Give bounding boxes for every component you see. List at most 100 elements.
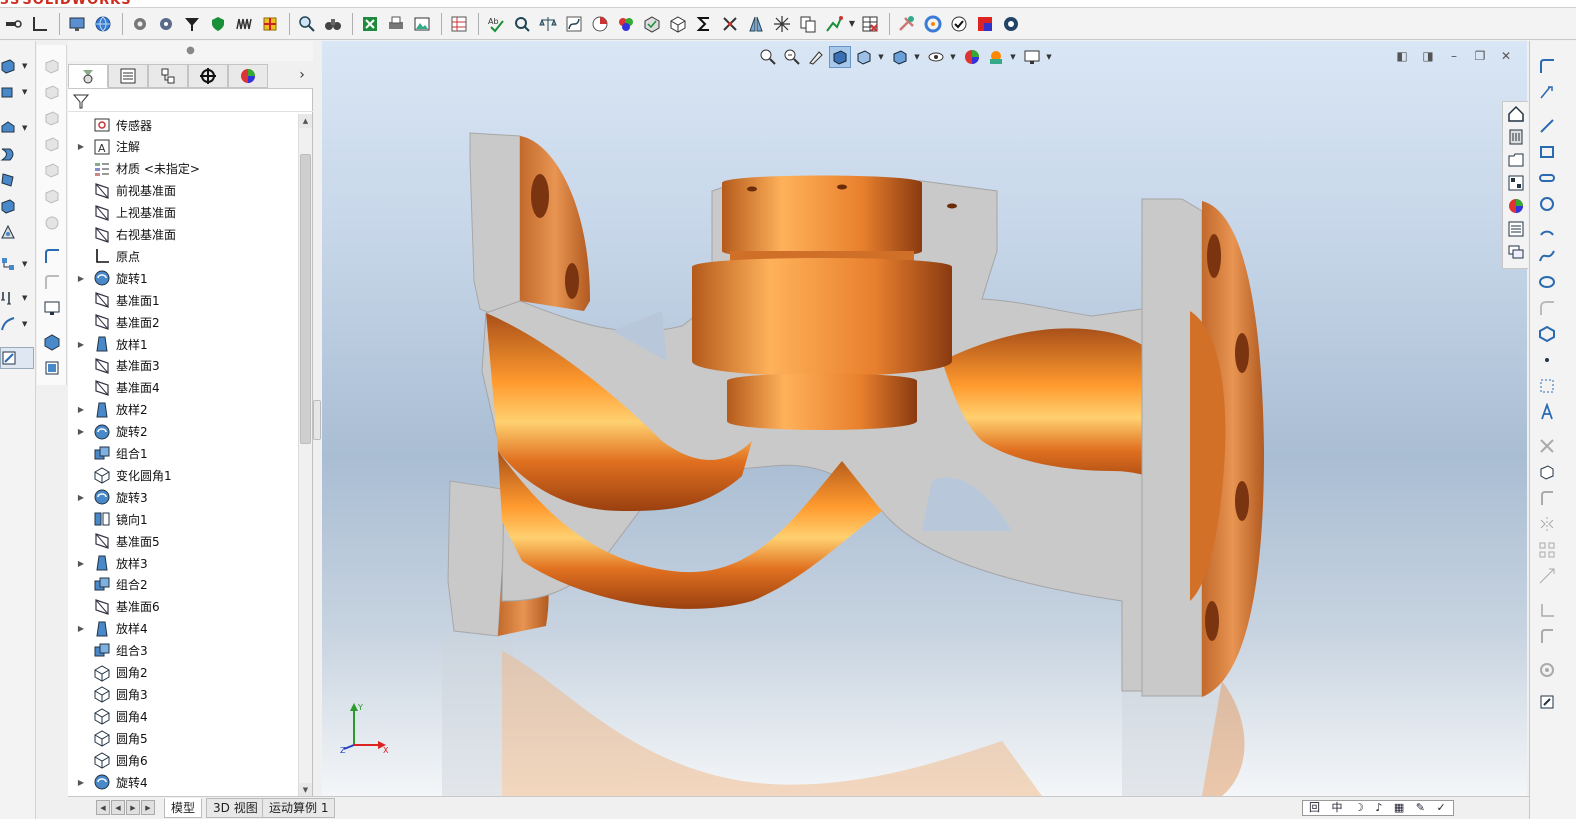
tree-item[interactable]: 变化圆角1 xyxy=(68,464,298,486)
assembly-icon[interactable] xyxy=(41,331,63,353)
intersect-icon[interactable] xyxy=(41,185,63,207)
photo-icon[interactable] xyxy=(410,12,434,36)
puzzle-icon[interactable] xyxy=(258,12,282,36)
status-tray[interactable]: 回 中 ☽ ♪ ▦ ✎ ✓ xyxy=(1302,800,1454,816)
smart-dim-icon[interactable] xyxy=(1535,81,1559,103)
lofted-boss-icon[interactable] xyxy=(0,143,34,165)
dropdown-arrow-icon[interactable]: ▼ xyxy=(877,53,885,61)
fillet-feature-icon[interactable]: ▼ xyxy=(0,287,34,309)
settings-ring-icon[interactable] xyxy=(921,12,945,36)
dropdown-arrow-icon[interactable]: ▼ xyxy=(22,124,27,132)
edit-appearance-icon[interactable] xyxy=(961,46,983,68)
rapid-sketch-icon[interactable] xyxy=(1535,691,1559,713)
last-tab-icon[interactable]: ▶ xyxy=(141,800,155,815)
tree-item[interactable]: 圆角3 xyxy=(68,683,298,705)
dropdown-arrow-icon[interactable]: ▼ xyxy=(1009,53,1017,61)
line-icon[interactable] xyxy=(1535,115,1559,137)
gear-blue-icon[interactable] xyxy=(999,12,1023,36)
offset-icon[interactable] xyxy=(1535,487,1559,509)
hide-show-icon[interactable] xyxy=(925,46,947,68)
tab-feature-manager[interactable] xyxy=(68,64,108,88)
display-style-icon[interactable] xyxy=(889,46,911,68)
close-icon[interactable]: ✕ xyxy=(1497,49,1515,65)
tree-item[interactable]: 基准面2 xyxy=(68,311,298,333)
table-icon[interactable] xyxy=(858,12,882,36)
revolve-cut-icon[interactable]: ▼ xyxy=(0,253,34,275)
magnifier-icon[interactable] xyxy=(510,12,534,36)
view-orientation-icon[interactable] xyxy=(853,46,875,68)
shield-icon[interactable] xyxy=(206,12,230,36)
draft-icon[interactable] xyxy=(41,133,63,155)
tree-item[interactable]: 组合3 xyxy=(68,640,298,662)
quick-snap-icon[interactable] xyxy=(1535,659,1559,681)
revolve-boss-icon[interactable]: ▼ xyxy=(0,81,34,103)
scroll-thumb[interactable] xyxy=(300,154,311,444)
swept-boss-icon[interactable]: ▼ xyxy=(0,117,34,139)
sigma-icon[interactable] xyxy=(692,12,716,36)
cube-icon[interactable] xyxy=(666,12,690,36)
expand-arrow-icon[interactable]: ▶ xyxy=(76,559,86,568)
tree-item[interactable]: ▶ 放样4 xyxy=(68,618,298,640)
zoom-area-icon[interactable] xyxy=(781,46,803,68)
expand-arrow-icon[interactable]: ▶ xyxy=(76,624,86,633)
expand-arrow-icon[interactable]: ▶ xyxy=(76,778,86,787)
design-library-icon[interactable] xyxy=(1506,127,1526,147)
chamfer-icon[interactable] xyxy=(41,271,63,293)
tree-item[interactable]: 上视基准面 xyxy=(68,202,298,224)
tree-item[interactable]: 基准面3 xyxy=(68,355,298,377)
trim-icon[interactable] xyxy=(1535,435,1559,457)
apply-scene-icon[interactable] xyxy=(985,46,1007,68)
forum-icon[interactable] xyxy=(1506,242,1526,262)
rectangle-icon[interactable] xyxy=(1535,141,1559,163)
dropdown-arrow-icon[interactable]: ▼ xyxy=(949,53,957,61)
tile-right-icon[interactable]: ◨ xyxy=(1419,49,1437,65)
graph-icon[interactable] xyxy=(822,12,846,36)
hole-wizard-icon[interactable] xyxy=(0,221,34,243)
pie-icon[interactable] xyxy=(588,12,612,36)
dropdown-arrow-icon[interactable]: ▼ xyxy=(22,294,27,302)
tree-item[interactable]: ▶ 旋转4 xyxy=(68,771,298,793)
expand-arrow-icon[interactable]: ▶ xyxy=(76,274,86,283)
star-icon[interactable] xyxy=(770,12,794,36)
tab-configuration-manager[interactable] xyxy=(148,64,188,88)
section-view-icon[interactable] xyxy=(829,46,851,68)
tab-dimxpert[interactable] xyxy=(188,64,228,88)
reference-geometry-icon[interactable] xyxy=(41,55,63,77)
convert-icon[interactable] xyxy=(1535,461,1559,483)
minimize-icon[interactable]: – xyxy=(1445,49,1463,65)
repair-icon[interactable] xyxy=(1535,625,1559,647)
tree-item[interactable]: 圆角4 xyxy=(68,705,298,727)
balance-icon[interactable] xyxy=(536,12,560,36)
restore-icon[interactable]: ❐ xyxy=(1471,49,1489,65)
more-tabs-icon[interactable]: › xyxy=(295,67,309,83)
view-palette-icon[interactable] xyxy=(1506,173,1526,193)
tree-item[interactable]: 基准面5 xyxy=(68,530,298,552)
spline-icon[interactable] xyxy=(1535,245,1559,267)
dropdown-arrow-icon[interactable]: ▼ xyxy=(22,320,27,328)
tree-item[interactable]: ▶ 旋转1 xyxy=(68,267,298,289)
fillet-sketch-icon[interactable] xyxy=(1535,297,1559,319)
graph-dropdown-icon[interactable]: ▼ xyxy=(848,12,856,36)
binoculars-icon[interactable] xyxy=(321,12,345,36)
globe-icon[interactable] xyxy=(91,12,115,36)
spring-icon[interactable] xyxy=(232,12,256,36)
excel-icon[interactable] xyxy=(358,12,382,36)
zoom-to-fit-icon[interactable] xyxy=(757,46,779,68)
expand-arrow-icon[interactable]: ▶ xyxy=(76,340,86,349)
tree-item[interactable]: ▶ A 注解 xyxy=(68,136,298,158)
mirror-sketch-icon[interactable] xyxy=(1535,513,1559,535)
centerline-icon[interactable] xyxy=(1535,375,1559,397)
gear-icon[interactable] xyxy=(128,12,152,36)
rib-icon[interactable] xyxy=(41,107,63,129)
previous-view-icon[interactable] xyxy=(805,46,827,68)
tree-item[interactable]: 圆角2 xyxy=(68,662,298,684)
panel-grip[interactable]: ● xyxy=(68,41,313,61)
extrude-boss-icon[interactable]: ▼ xyxy=(0,55,34,77)
tree-item[interactable]: ▶ 旋转3 xyxy=(68,486,298,508)
tree-item[interactable]: 传感器 xyxy=(68,114,298,136)
part-icon[interactable] xyxy=(41,357,63,379)
text-icon[interactable] xyxy=(1535,401,1559,423)
slot-icon[interactable] xyxy=(1535,167,1559,189)
tree-item[interactable]: 基准面6 xyxy=(68,596,298,618)
tree-item[interactable]: 基准面1 xyxy=(68,289,298,311)
